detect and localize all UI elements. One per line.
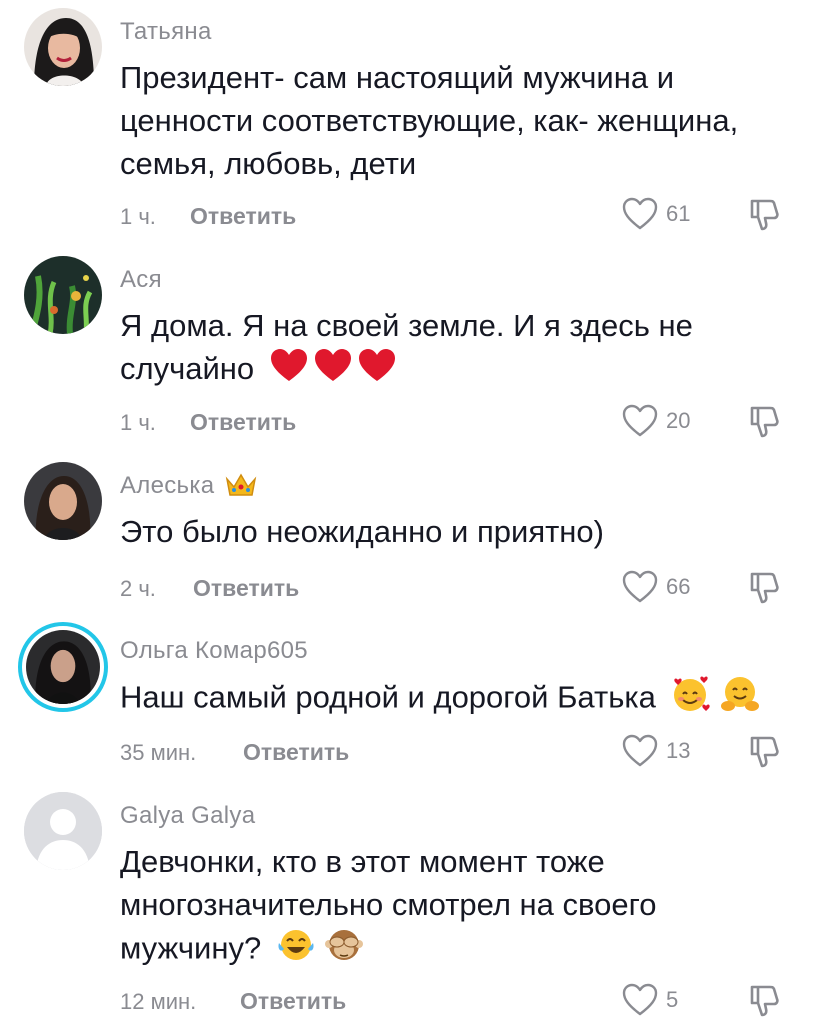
hugging-face-emoji-icon [720,674,760,725]
comment-line: мужчину? [120,930,262,966]
red-heart-emoji-icon [313,347,353,394]
avatar-story-ring[interactable] [18,622,108,712]
comment-line: Это было неожиданно и приятно) [120,514,604,549]
comment-line: Президент- сам настоящий мужчина и [120,60,675,95]
like-button[interactable]: 13 [622,734,690,768]
thumbs-down-icon [750,406,779,438]
woman-portrait-avatar-icon [24,462,102,540]
dislike-button[interactable] [746,570,782,606]
dislike-button[interactable] [746,734,782,770]
like-button[interactable]: 61 [622,197,690,231]
like-count: 5 [666,987,679,1012]
comment-line: случайно [120,351,255,386]
smiling-face-with-hearts-emoji-icon [670,674,711,725]
username[interactable]: Galya Galya [120,802,255,830]
username[interactable]: Алеська [120,471,257,504]
timestamp: 1 ч. [120,410,156,435]
heart-outline-icon [622,983,658,1016]
username[interactable]: Татьяна [120,18,212,46]
comment-line-with-emoji: мужчину? [120,926,800,975]
timestamp: 1 ч. [120,204,156,229]
timestamp: 2 ч. [120,576,156,601]
comment-line: Я дома. Я на своей земле. И я здесь не [120,308,693,343]
dislike-button[interactable] [746,197,782,233]
heart-outline-icon [622,404,658,437]
avatar[interactable] [24,462,102,540]
comment-text: Я дома. Я на своей земле. И я здесь не с… [120,304,800,394]
comment-line: ценности соответствующие, как- женщина, [120,103,739,138]
dislike-button[interactable] [746,404,782,440]
aquarium-plants-avatar-icon [24,256,102,334]
comment-text: Наш самый родной и дорогой Батька [120,674,800,725]
comment-line: Наш самый родной и дорогой Батька [120,679,656,715]
avatar[interactable] [24,8,102,86]
reply-button[interactable]: Ответить [243,739,349,766]
crown-emoji-icon [225,471,257,504]
like-count: 20 [666,408,691,433]
reply-button[interactable]: Ответить [190,203,296,230]
reply-button[interactable]: Ответить [193,575,299,602]
see-no-evil-monkey-emoji-icon [324,926,364,975]
timestamp: 12 мин. [120,989,197,1014]
heart-outline-icon [622,570,658,603]
comment-text: Это было неожиданно и приятно) [120,510,800,553]
comment-text: Президент- сам настоящий мужчина и ценно… [120,56,800,185]
comment-line: Девчонки, кто в этот момент тоже [120,844,605,879]
reply-button[interactable]: Ответить [190,409,296,436]
username-text: Алеська [120,472,215,499]
woman-dark-hair-avatar-icon [24,8,102,86]
comment-line: семья, любовь, дети [120,146,417,181]
thumbs-down-icon [750,736,779,768]
timestamp: 35 мин. [120,740,197,765]
like-button[interactable]: 20 [622,404,690,438]
dislike-button[interactable] [746,983,782,1019]
like-count: 66 [666,574,691,599]
like-button[interactable]: 5 [622,983,678,1017]
comment-line: многозначительно смотрел на своего [120,887,657,922]
red-heart-emoji-icon [357,347,397,394]
username[interactable]: Ася [120,266,162,294]
comment-line-with-emoji: Наш самый родной и дорогой Батька [120,674,800,725]
default-user-avatar-icon [24,792,102,870]
like-button[interactable]: 66 [622,570,690,604]
comment-text: Девчонки, кто в этот момент тоже многозн… [120,840,800,975]
like-count: 61 [666,201,691,226]
thumbs-down-icon [750,572,779,604]
thumbs-down-icon [750,985,779,1017]
comment-line-with-emoji: случайно [120,347,800,394]
username[interactable]: Ольга Комар605 [120,637,308,665]
red-heart-emoji-icon [269,347,309,394]
avatar[interactable] [24,792,102,870]
woman-dark-portrait-avatar-icon [26,630,100,704]
thumbs-down-icon [750,199,779,231]
avatar[interactable] [24,256,102,334]
face-with-tears-of-joy-emoji-icon [276,927,316,974]
reply-button[interactable]: Ответить [240,988,346,1015]
like-count: 13 [666,738,691,763]
heart-outline-icon [622,197,658,230]
heart-outline-icon [622,734,658,767]
